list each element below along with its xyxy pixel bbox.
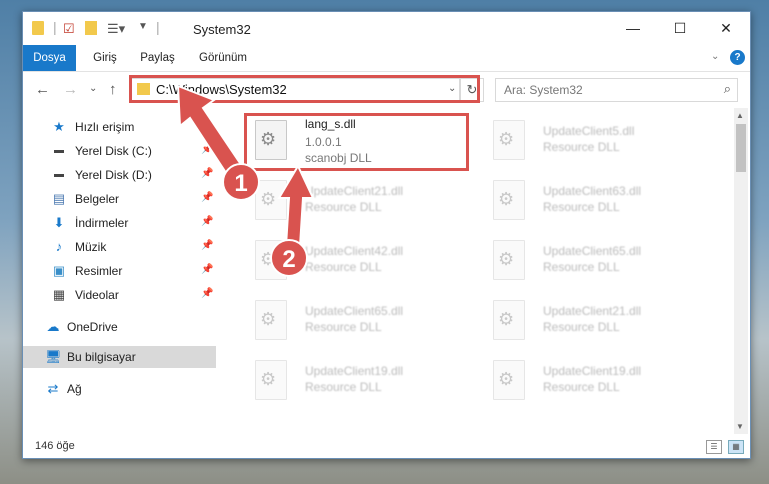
arrow-2 xyxy=(277,163,315,247)
callout-arrows xyxy=(176,84,315,247)
callout-badge-2: 2 xyxy=(270,239,308,277)
callout-badge-1: 1 xyxy=(222,163,260,201)
